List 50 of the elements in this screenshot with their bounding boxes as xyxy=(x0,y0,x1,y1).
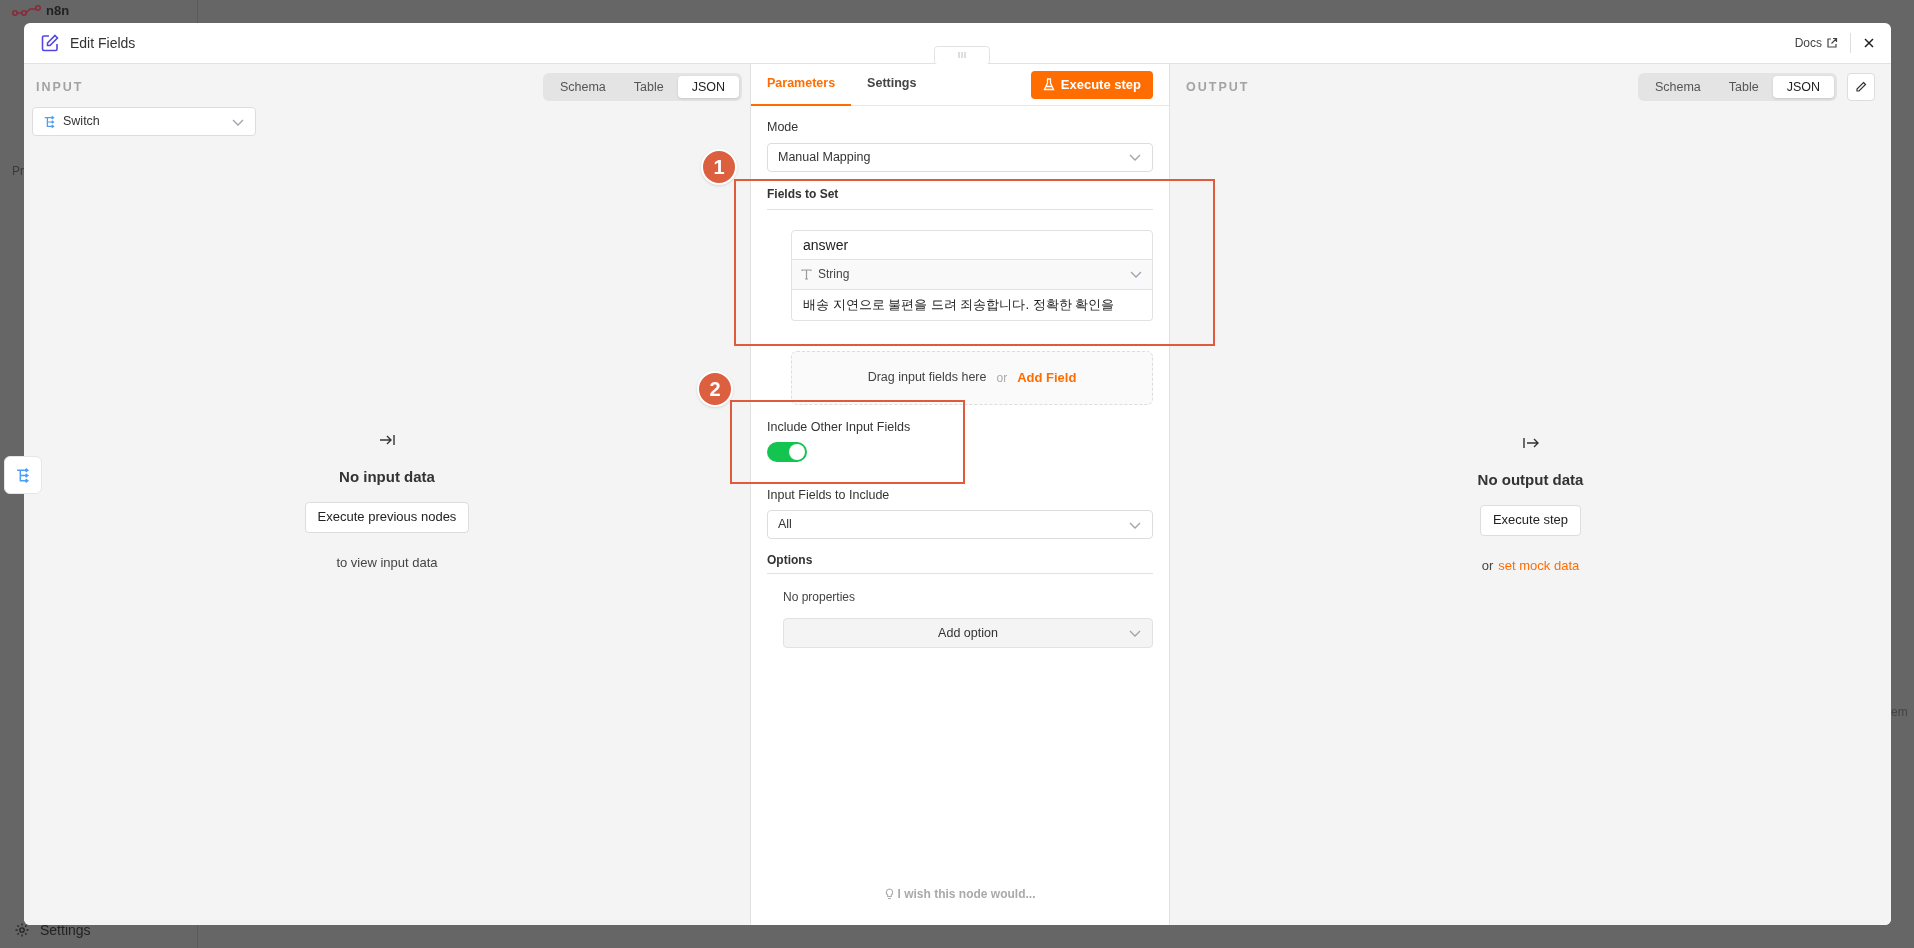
select-field[interactable]: Switch xyxy=(32,107,256,136)
flask-icon xyxy=(1042,78,1055,91)
panel-heading: OUTPUT xyxy=(1186,78,1250,96)
arrow-to-line-icon xyxy=(378,432,396,448)
logo-icon xyxy=(12,4,42,18)
docs-link[interactable]: Docs xyxy=(1794,34,1838,52)
drop-or: or xyxy=(996,369,1008,387)
branch-icon xyxy=(43,114,57,129)
drag-handle-icon[interactable] xyxy=(934,46,990,64)
type-select[interactable]: String xyxy=(791,259,1153,290)
field-value-input[interactable]: 배송 지연으로 불편을 드려 죄송합니다. 정확한 확인을 xyxy=(791,289,1153,321)
select-field[interactable]: Manual Mapping xyxy=(767,142,1153,172)
close-icon[interactable] xyxy=(1863,37,1875,49)
empty-options: No properties xyxy=(783,588,1153,607)
arrow-from-line-icon xyxy=(1521,435,1540,451)
section-heading: Fields to Set xyxy=(767,184,1153,210)
panel-heading: INPUT xyxy=(36,78,84,96)
empty-hint: to view input data xyxy=(336,553,438,572)
hint-text: or xyxy=(1481,556,1494,575)
view-tab[interactable]: JSON xyxy=(677,76,739,98)
settings-icon xyxy=(14,922,30,938)
panel-tab[interactable]: Settings xyxy=(851,63,933,106)
execute-previous-button[interactable]: Execute previous nodes xyxy=(304,501,470,533)
view-tab[interactable]: JSON xyxy=(1772,76,1834,98)
branch-icon xyxy=(14,466,32,484)
add-option-button[interactable]: Add option xyxy=(783,618,1153,649)
field-label: Include Other Input Fields xyxy=(767,418,912,436)
node-icon-tab[interactable] xyxy=(4,456,42,494)
logo-text: n8n xyxy=(46,2,70,21)
external-link-icon xyxy=(1826,37,1838,49)
view-tab[interactable]: Table xyxy=(1714,76,1773,98)
field-name-input[interactable]: answer xyxy=(791,229,1153,260)
edit-icon xyxy=(40,33,60,53)
field-label: Mode xyxy=(767,119,800,136)
empty-title: No input data xyxy=(339,467,435,487)
pencil-icon xyxy=(1855,81,1867,93)
view-tab[interactable]: Table xyxy=(619,76,678,98)
select-field[interactable]: All xyxy=(767,510,1153,540)
lightbulb-icon xyxy=(884,888,894,900)
text-type-icon xyxy=(801,268,812,280)
empty-title: No output data xyxy=(1477,470,1584,490)
section-heading: Options xyxy=(767,551,1153,575)
edit-button[interactable] xyxy=(1847,73,1875,101)
toggle-switch[interactable] xyxy=(767,441,807,462)
view-tab[interactable]: Schema xyxy=(545,76,620,98)
drop-hint: Drag input fields here xyxy=(867,369,987,387)
execute-step-button[interactable]: Execute step xyxy=(1479,504,1582,536)
view-tab[interactable]: Schema xyxy=(1640,76,1715,98)
window-title: Edit Fields xyxy=(70,33,136,53)
field-label: Input Fields to Include xyxy=(767,486,891,504)
